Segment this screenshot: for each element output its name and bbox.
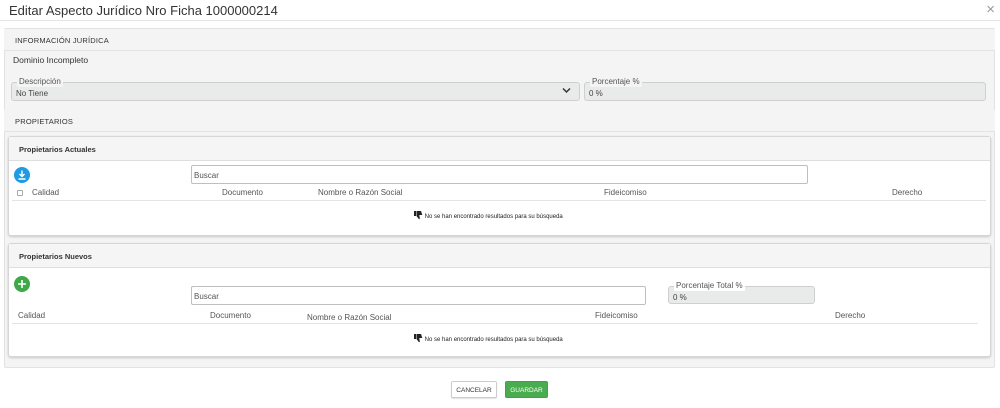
empty-row-nuevos: No se han encontrado resultados para su … xyxy=(413,333,563,343)
col-calidad[interactable]: Calidad xyxy=(18,311,45,320)
porcentaje-total-field[interactable]: Porcentaje Total % 0 % xyxy=(668,281,815,304)
modal-header: Editar Aspecto Jurídico Nro Ficha 100000… xyxy=(0,0,1000,21)
empty-message-nuevos: No se han encontrado resultados para su … xyxy=(424,337,563,343)
table-header-nuevos: Calidad Documento Nombre o Razón Social … xyxy=(12,308,978,324)
search-input-actuales[interactable]: Buscar xyxy=(191,165,808,184)
col-calidad[interactable]: Calidad xyxy=(32,188,59,197)
col-nombre[interactable]: Nombre o Razón Social xyxy=(318,188,402,197)
propietarios-nuevos-title: Propietarios Nuevos xyxy=(9,244,990,268)
close-icon[interactable]: × xyxy=(986,1,995,18)
col-documento[interactable]: Documento xyxy=(222,188,263,197)
col-derecho[interactable]: Derecho xyxy=(835,311,865,320)
thumbs-down-icon xyxy=(413,210,423,220)
modal-title: Editar Aspecto Jurídico Nro Ficha 100000… xyxy=(9,3,278,18)
empty-message-actuales: No se han encontrado resultados para su … xyxy=(424,214,563,220)
section-informacion-juridica: INFORMACIÓN JURÍDICA xyxy=(4,29,995,51)
descripcion-legend: Descripción xyxy=(17,77,63,87)
plus-icon[interactable] xyxy=(14,276,30,292)
section-propietarios: PROPIETARIOS xyxy=(4,110,995,132)
col-derecho[interactable]: Derecho xyxy=(892,188,922,197)
thumbs-down-icon xyxy=(413,333,423,343)
save-button[interactable]: GUARDAR xyxy=(505,381,548,398)
propietarios-actuales-title: Propietarios Actuales xyxy=(9,137,990,161)
search-input-nuevos[interactable]: Buscar xyxy=(191,286,646,305)
dominio-status-text: Dominio Incompleto xyxy=(13,55,89,65)
descripcion-select[interactable]: Descripción No Tiene xyxy=(11,77,580,101)
descripcion-value: No Tiene xyxy=(16,89,49,98)
porcentaje-field[interactable]: Porcentaje % 0 % xyxy=(584,77,986,101)
col-fideicomiso[interactable]: Fideicomiso xyxy=(604,188,647,197)
empty-row-actuales: No se han encontrado resultados para su … xyxy=(413,210,563,220)
download-icon[interactable] xyxy=(14,167,30,183)
col-nombre[interactable]: Nombre o Razón Social xyxy=(307,313,391,322)
porcentaje-total-value: 0 % xyxy=(673,293,687,302)
porcentaje-value: 0 % xyxy=(589,89,603,98)
col-documento[interactable]: Documento xyxy=(210,311,251,320)
chevron-down-icon xyxy=(562,87,571,96)
table-header-actuales: Calidad Documento Nombre o Razón Social … xyxy=(12,185,986,201)
checkbox-icon[interactable] xyxy=(17,190,23,196)
cancel-button[interactable]: CANCELAR xyxy=(451,381,497,398)
porcentaje-legend: Porcentaje % xyxy=(590,77,642,87)
porcentaje-total-legend: Porcentaje Total % xyxy=(674,281,745,291)
col-fideicomiso[interactable]: Fideicomiso xyxy=(595,311,638,320)
